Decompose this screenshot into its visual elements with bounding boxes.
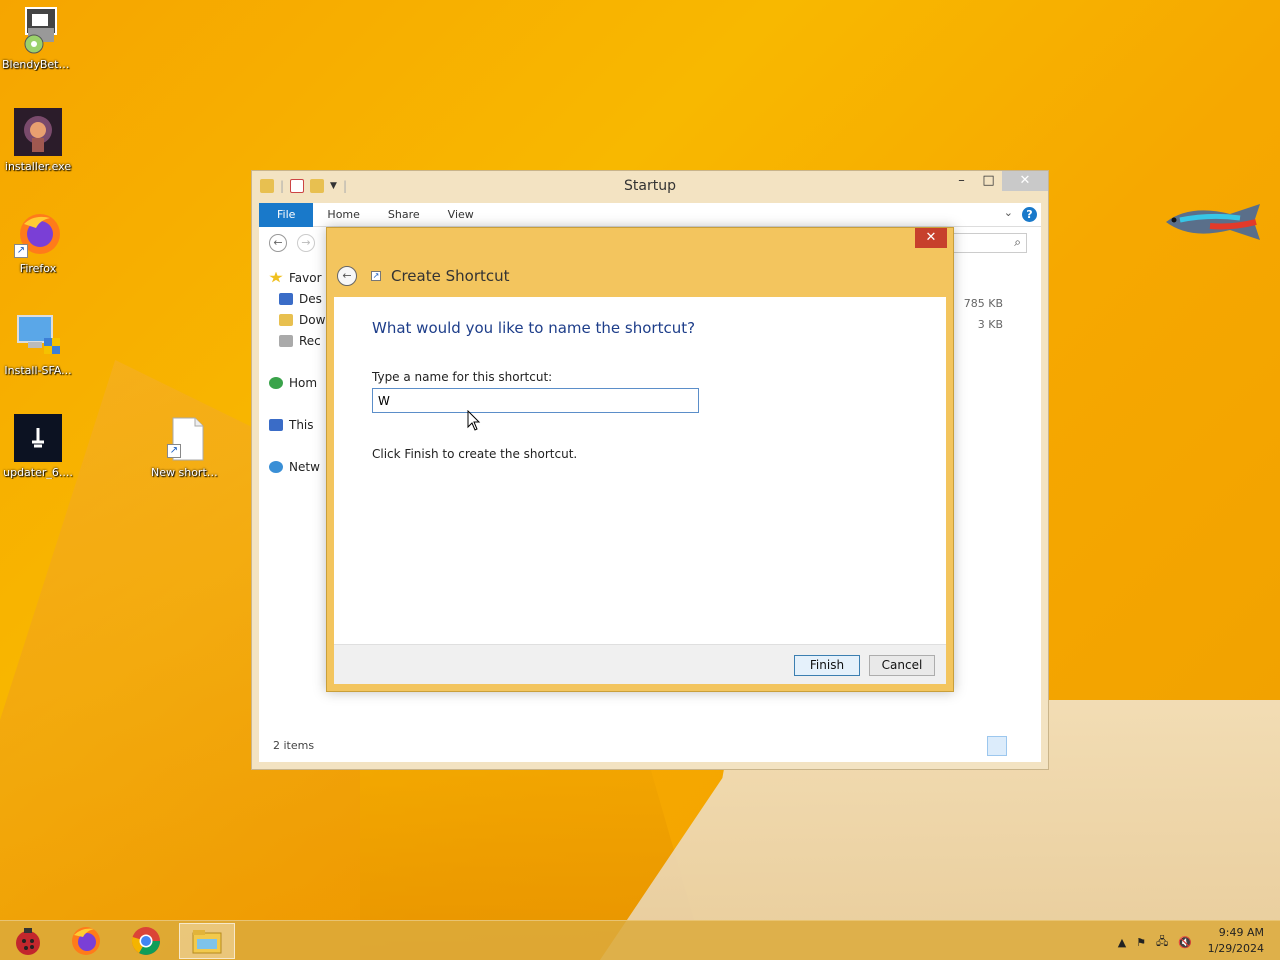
nav-item-label: Rec	[299, 333, 321, 348]
desktop-icon	[279, 292, 293, 305]
desktop-icon-firefox[interactable]: ↗ Firefox	[0, 210, 76, 275]
volume-muted-icon[interactable]: 🔇	[1178, 936, 1192, 949]
tab-file[interactable]: File	[259, 202, 314, 227]
shortcut-icon: ↗	[371, 271, 381, 281]
nav-item-label: Dow	[299, 312, 326, 327]
tab-view[interactable]: View	[434, 203, 488, 227]
computer-icon	[269, 418, 283, 431]
desktop-icon-label: updater_6....	[3, 466, 73, 479]
desktop-icon-label: installer.exe	[4, 160, 72, 173]
file-size: 3 KB	[977, 318, 1003, 331]
nav-item-label: Favor	[289, 270, 322, 285]
network-icon	[269, 460, 283, 473]
clock[interactable]: 9:49 AM 1/29/2024	[1208, 925, 1264, 957]
desktop-icon-updater[interactable]: updater_6....	[0, 414, 76, 479]
firefox-icon	[72, 927, 100, 955]
nav-item-label: Hom	[289, 375, 318, 390]
desktop-icon-install-sfa[interactable]: Install-SFA...	[0, 312, 76, 377]
taskbar-app-file-explorer[interactable]	[179, 923, 235, 959]
shortcut-name-label: Type a name for this shortcut:	[372, 370, 553, 384]
tab-home[interactable]: Home	[313, 203, 373, 227]
setup-icon	[14, 312, 62, 360]
maximize-button[interactable]: □	[975, 171, 1002, 191]
back-arrow-icon[interactable]: ←	[337, 266, 357, 286]
dialog-content: What would you like to name the shortcut…	[334, 297, 946, 684]
desktop-icon-label: BlendyBeta...	[2, 58, 76, 71]
app-icon	[14, 108, 62, 156]
help-icon[interactable]: ?	[1022, 207, 1037, 222]
desktop-icon-blendybeta[interactable]: BlendyBeta...	[0, 6, 76, 71]
action-center-flag-icon[interactable]: ⚑	[1136, 936, 1146, 949]
ribbon: File Home Share View ⌄ ?	[259, 202, 1041, 227]
dialog-heading: What would you like to name the shortcut…	[372, 319, 696, 337]
chrome-icon	[131, 927, 160, 955]
desktop-icon-label: Install-SFA...	[4, 364, 72, 377]
homegroup-icon	[269, 376, 283, 389]
taskbar-app-ladybug[interactable]	[0, 923, 56, 959]
forward-arrow-icon[interactable]: →	[297, 234, 315, 252]
search-icon: ⌕	[1014, 235, 1021, 249]
title-bar[interactable]: | ▼ | Startup – □ ✕	[252, 171, 1048, 201]
file-size-column: 785 KB 3 KB	[964, 297, 1003, 339]
network-icon[interactable]: 🖧	[1156, 933, 1168, 952]
large-icons-view-icon[interactable]	[1013, 736, 1033, 756]
system-tray: ▲ ⚑ 🖧 🔇	[1118, 933, 1192, 952]
downloads-icon	[279, 313, 293, 326]
fish-image	[1166, 204, 1260, 240]
create-shortcut-dialog[interactable]: ✕ ← ↗ Create Shortcut What would you lik…	[326, 227, 954, 692]
desktop-icon-label: New shortcut	[151, 466, 225, 479]
star-icon	[269, 271, 283, 283]
desktop-icon-new-shortcut[interactable]: ↗ New shortcut	[149, 414, 225, 479]
details-view-icon[interactable]	[987, 736, 1007, 756]
file-icon: ↗	[163, 414, 211, 462]
file-size: 785 KB	[963, 297, 1003, 310]
installer-icon	[14, 6, 62, 54]
show-hidden-icons-icon[interactable]: ▲	[1118, 936, 1126, 949]
view-switcher	[987, 736, 1033, 756]
status-bar-text: 2 items	[273, 739, 315, 752]
instruction-text: Click Finish to create the shortcut.	[372, 447, 578, 461]
nav-item-label: Des	[299, 291, 322, 306]
dialog-footer: Finish Cancel	[334, 644, 946, 684]
taskbar: ▲ ⚑ 🖧 🔇 9:49 AM 1/29/2024	[0, 920, 1280, 960]
tab-share[interactable]: Share	[374, 203, 434, 227]
file-explorer-icon	[192, 930, 222, 954]
firefox-icon: ↗	[14, 210, 62, 258]
app-icon	[14, 414, 62, 462]
dialog-title: Create Shortcut	[391, 267, 510, 285]
search-input[interactable]: ⌕	[943, 233, 1027, 253]
finish-button[interactable]: Finish	[794, 655, 860, 676]
expand-ribbon-icon[interactable]: ⌄	[1004, 206, 1013, 219]
clock-date: 1/29/2024	[1207, 942, 1264, 955]
recent-places-icon	[279, 334, 293, 347]
nav-item-label: This	[289, 417, 314, 432]
desktop-icon-installer[interactable]: installer.exe	[0, 108, 76, 173]
close-button[interactable]: ✕	[1002, 171, 1048, 191]
clock-time: 9:49 AM	[1218, 926, 1264, 939]
taskbar-app-firefox[interactable]	[58, 923, 114, 959]
mouse-cursor-icon	[467, 410, 481, 431]
cancel-button[interactable]: Cancel	[869, 655, 935, 676]
ladybug-icon	[16, 928, 40, 955]
desktop-icon-label: Firefox	[19, 262, 57, 275]
back-arrow-icon[interactable]: ←	[269, 234, 287, 252]
shortcut-name-input[interactable]	[372, 388, 699, 413]
minimize-button[interactable]: –	[948, 171, 975, 191]
taskbar-app-chrome[interactable]	[118, 923, 174, 959]
nav-item-label: Netw	[289, 459, 320, 474]
dialog-close-button[interactable]: ✕	[915, 228, 947, 248]
window-title: Startup	[624, 178, 676, 194]
